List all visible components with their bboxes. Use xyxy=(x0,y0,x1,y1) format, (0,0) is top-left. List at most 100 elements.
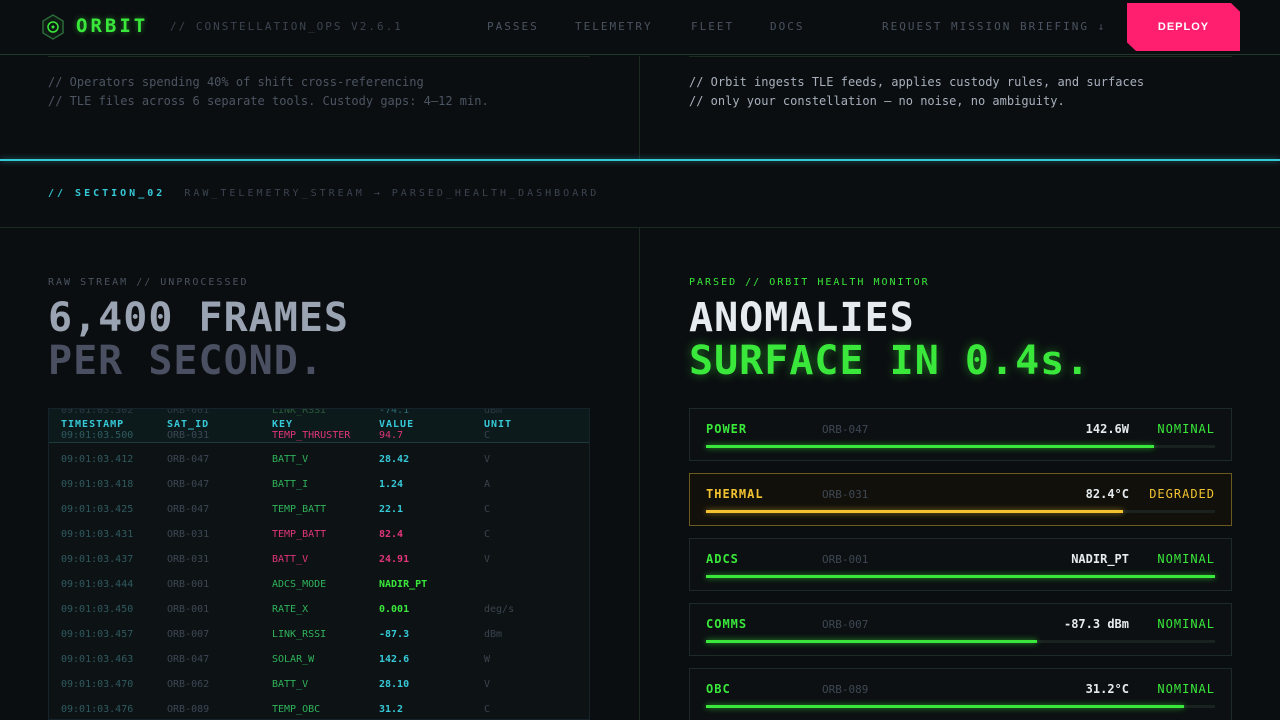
subsystem-label: THERMAL xyxy=(706,487,764,501)
table-row[interactable]: 09:01:03.425 ORB-047 TEMP_BATT 22.1 C xyxy=(49,497,589,522)
health-bar-fill xyxy=(706,705,1185,708)
cell-sat-id: ORB-047 xyxy=(167,654,210,665)
table-header: 09:01:03.302 ORB-001 LINK_RSSI -74.1 dBm… xyxy=(49,408,589,443)
sat-id: ORB-047 xyxy=(822,423,869,436)
cell-timestamp: 09:01:03.437 xyxy=(61,554,134,565)
status-badge: DEGRADED xyxy=(1149,487,1215,501)
column-header-value[interactable]: VALUE xyxy=(379,419,414,430)
table-row[interactable]: 09:01:03.457 ORB-007 LINK_RSSI -87.3 dBm xyxy=(49,622,589,647)
request-briefing-link[interactable]: REQUEST MISSION BRIEFING ↓ xyxy=(882,20,1106,33)
table-row[interactable]: 09:01:03.450 ORB-001 RATE_X 0.001 deg/s xyxy=(49,597,589,622)
table-row[interactable]: 09:01:03.431 ORB-031 TEMP_BATT 82.4 C xyxy=(49,522,589,547)
health-bar-track xyxy=(706,705,1215,708)
cell-timestamp: 09:01:03.431 xyxy=(61,529,134,540)
subsystem-label: POWER xyxy=(706,422,748,436)
raw-headline-line-2: PER SECOND. xyxy=(48,338,324,384)
orbit-logo-icon[interactable] xyxy=(42,14,64,40)
metric-value: 31.2°C xyxy=(1085,682,1129,696)
cell-timestamp: 09:01:03.476 xyxy=(61,704,134,715)
vertical-divider xyxy=(639,228,640,720)
health-card-power[interactable]: POWER ORB-047 142.6W NOMINAL xyxy=(689,408,1232,461)
column-header-timestamp[interactable]: TIMESTAMP xyxy=(61,419,124,430)
status-badge: NOMINAL xyxy=(1157,552,1215,566)
divider xyxy=(48,56,590,57)
ghost-cell: 94.7 xyxy=(379,430,404,441)
health-bar-fill xyxy=(706,510,1124,513)
health-card-obc[interactable]: OBC ORB-089 31.2°C NOMINAL xyxy=(689,668,1232,720)
vertical-divider xyxy=(639,56,640,159)
table-row[interactable]: 09:01:03.437 ORB-031 BATT_V 24.91 V xyxy=(49,547,589,572)
raw-headline-line-1: 6,400 FRAMES xyxy=(48,295,349,341)
logo-text[interactable]: ORBIT xyxy=(76,15,148,37)
ghost-cell: ORB-001 xyxy=(167,408,210,416)
health-bar-track xyxy=(706,640,1215,643)
health-card-adcs[interactable]: ADCS ORB-001 NADIR_PT NOMINAL xyxy=(689,538,1232,591)
cell-unit: A xyxy=(484,479,491,490)
cell-key: RATE_X xyxy=(272,604,309,615)
section-label: // SECTION_02 RAW_TELEMETRY_STREAM → PAR… xyxy=(48,188,599,199)
ghost-cell: 09:01:03.302 xyxy=(61,408,134,416)
ghost-cell: C xyxy=(484,430,491,441)
cell-timestamp: 09:01:03.412 xyxy=(61,454,134,465)
health-headline: ANOMALIES SURFACE IN 0.4s. xyxy=(689,297,1090,383)
health-monitor-eyebrow: PARSED // ORBIT HEALTH MONITOR xyxy=(689,277,930,288)
deploy-button[interactable]: DEPLOY xyxy=(1127,3,1240,51)
health-card-thermal[interactable]: THERMAL ORB-031 82.4°C DEGRADED xyxy=(689,473,1232,526)
sat-id: ORB-089 xyxy=(822,683,869,696)
ghost-cell: 09:01:03.500 xyxy=(61,430,134,441)
nav-link-telemetry[interactable]: TELEMETRY xyxy=(575,20,653,33)
health-bar-fill xyxy=(706,575,1215,578)
nav-link-passes[interactable]: PASSES xyxy=(487,20,539,33)
cell-key: BATT_V xyxy=(272,554,309,565)
version-label: // CONSTELLATION_OPS V2.6.1 xyxy=(170,20,403,33)
sat-id: ORB-007 xyxy=(822,618,869,631)
table-row[interactable]: 09:01:03.412 ORB-047 BATT_V 28.42 V xyxy=(49,447,589,472)
cell-value: 31.2 xyxy=(379,704,404,715)
cell-value: NADIR_PT xyxy=(379,579,428,590)
ghost-cell: TEMP_THRUSTER xyxy=(272,430,351,441)
raw-telemetry-table[interactable]: 09:01:03.302 ORB-001 LINK_RSSI -74.1 dBm… xyxy=(48,408,590,720)
table-row[interactable]: 09:01:03.476 ORB-089 TEMP_OBC 31.2 C xyxy=(49,697,589,719)
cell-sat-id: ORB-047 xyxy=(167,454,210,465)
table-row[interactable]: 09:01:03.470 ORB-062 BATT_V 28.10 V xyxy=(49,672,589,697)
column-header-unit[interactable]: UNIT xyxy=(484,419,512,430)
ghost-cell: -74.1 xyxy=(379,408,410,416)
column-header-sat-id[interactable]: SAT_ID xyxy=(167,419,209,430)
problem-comment: // Operators spending 40% of shift cross… xyxy=(48,73,489,111)
column-header-key[interactable]: KEY xyxy=(272,419,293,430)
cell-unit: V xyxy=(484,454,491,465)
health-bar-track xyxy=(706,575,1215,578)
health-card-comms[interactable]: COMMS ORB-007 -87.3 dBm NOMINAL xyxy=(689,603,1232,656)
cell-timestamp: 09:01:03.444 xyxy=(61,579,134,590)
ghost-cell: LINK_RSSI xyxy=(272,408,327,416)
health-headline-line-1: ANOMALIES xyxy=(689,295,915,341)
cell-unit: C xyxy=(484,704,491,715)
top-nav: ORBIT // CONSTELLATION_OPS V2.6.1 PASSES… xyxy=(0,0,1280,55)
cell-timestamp: 09:01:03.457 xyxy=(61,629,134,640)
cell-unit: dBm xyxy=(484,629,503,640)
table-row[interactable]: 09:01:03.463 ORB-047 SOLAR_W 142.6 W xyxy=(49,647,589,672)
cell-unit: V xyxy=(484,679,491,690)
cell-sat-id: ORB-001 xyxy=(167,604,210,615)
cell-value: 22.1 xyxy=(379,504,404,515)
cell-value: 0.001 xyxy=(379,604,410,615)
nav-link-docs[interactable]: DOCS xyxy=(770,20,805,33)
nav-link-fleet[interactable]: FLEET xyxy=(691,20,734,33)
health-headline-line-2: SURFACE IN 0.4s. xyxy=(689,338,1091,384)
cell-key: SOLAR_W xyxy=(272,654,315,665)
cell-value: 28.42 xyxy=(379,454,410,465)
cell-key: BATT_V xyxy=(272,679,309,690)
table-row[interactable]: 09:01:03.418 ORB-047 BATT_I 1.24 A xyxy=(49,472,589,497)
cell-sat-id: ORB-047 xyxy=(167,504,210,515)
cell-timestamp: 09:01:03.463 xyxy=(61,654,134,665)
sat-id: ORB-031 xyxy=(822,488,869,501)
table-row[interactable]: 09:01:03.444 ORB-001 ADCS_MODE NADIR_PT xyxy=(49,572,589,597)
cell-value: 142.6 xyxy=(379,654,410,665)
section-number: // SECTION_02 xyxy=(48,188,166,199)
health-bar-track xyxy=(706,445,1215,448)
cell-timestamp: 09:01:03.450 xyxy=(61,604,134,615)
subsystem-label: OBC xyxy=(706,682,731,696)
cell-timestamp: 09:01:03.470 xyxy=(61,679,134,690)
cell-sat-id: ORB-007 xyxy=(167,629,210,640)
solution-comment-line: // Orbit ingests TLE feeds, applies cust… xyxy=(689,75,1145,89)
